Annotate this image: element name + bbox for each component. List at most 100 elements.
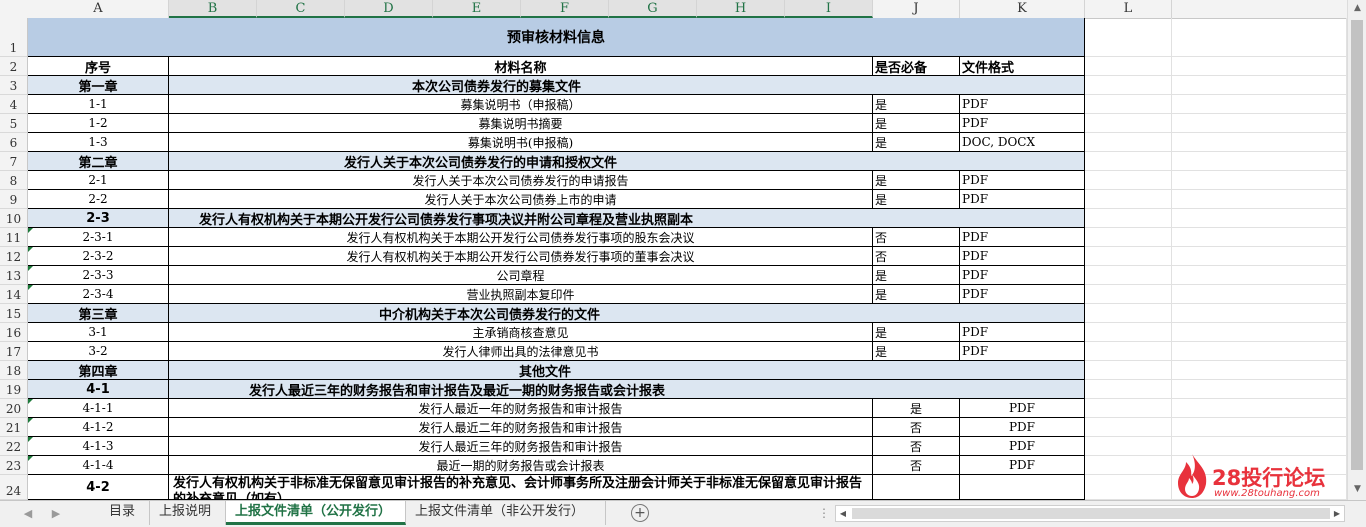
item-name[interactable]: 发行人有权机构关于本期公开发行公司债券发行事项的股东会决议 (169, 228, 873, 247)
item-required[interactable]: 是 (873, 285, 960, 304)
item-format[interactable]: PDF (960, 418, 1085, 437)
item-seq[interactable]: 3-1 (28, 323, 169, 342)
column-header-g[interactable]: G (609, 0, 697, 18)
empty-cell[interactable] (1172, 399, 1347, 418)
item-format[interactable]: PDF (960, 247, 1085, 266)
empty-cell[interactable] (1085, 266, 1172, 285)
section-title[interactable]: 发行人有权机构关于非标准无保留意见审计报告的补充意见、会计师事务所及注册会计师关… (169, 475, 873, 500)
empty-cell[interactable] (960, 475, 1085, 500)
scroll-right-icon[interactable]: ▶ (1330, 506, 1344, 521)
column-header-k[interactable]: K (960, 0, 1085, 18)
item-format[interactable]: PDF (960, 399, 1085, 418)
row-header-19[interactable]: 19 (0, 380, 28, 399)
item-format[interactable]: PDF (960, 285, 1085, 304)
tab-scroll-right-icon[interactable]: ▶ (46, 505, 66, 523)
empty-cell[interactable] (873, 475, 960, 500)
empty-cell[interactable] (1085, 171, 1172, 190)
item-seq[interactable]: 2-3-3 (28, 266, 169, 285)
vertical-scrollbar[interactable]: ▲ ▼ (1347, 0, 1366, 500)
row-header-12[interactable]: 12 (0, 247, 28, 266)
add-sheet-icon[interactable]: + (631, 504, 649, 522)
empty-cell[interactable] (1172, 152, 1347, 171)
scroll-left-icon[interactable]: ◀ (836, 506, 850, 521)
section-title[interactable]: 本次公司债券发行的募集文件 (169, 76, 1085, 95)
item-seq[interactable]: 4-1-2 (28, 418, 169, 437)
empty-cell[interactable] (1172, 18, 1347, 57)
header-name[interactable]: 材料名称 (169, 57, 873, 76)
row-header-9[interactable]: 9 (0, 190, 28, 209)
error-indicator-icon[interactable] (28, 418, 33, 423)
sheet-tab[interactable]: 上报说明 (150, 501, 226, 525)
section-seq[interactable]: 2-3 (28, 209, 169, 228)
item-name[interactable]: 募集说明书（申报稿） (169, 95, 873, 114)
section-seq[interactable]: 第一章 (28, 76, 169, 95)
item-required[interactable]: 是 (873, 399, 960, 418)
column-header-d[interactable]: D (345, 0, 433, 18)
section-title[interactable]: 发行人最近三年的财务报告和审计报告及最近一期的财务报告或会计报表 (169, 380, 1085, 399)
empty-cell[interactable] (1085, 323, 1172, 342)
item-name[interactable]: 发行人有权机构关于本期公开发行公司债券发行事项的董事会决议 (169, 247, 873, 266)
item-format[interactable]: PDF (960, 456, 1085, 475)
item-required[interactable]: 否 (873, 418, 960, 437)
empty-cell[interactable] (1085, 361, 1172, 380)
empty-cell[interactable] (1172, 95, 1347, 114)
item-seq[interactable]: 2-3-1 (28, 228, 169, 247)
empty-cell[interactable] (1085, 18, 1172, 57)
empty-cell[interactable] (1172, 380, 1347, 399)
section-title[interactable]: 发行人关于本次公司债券发行的申请和授权文件 (169, 152, 1085, 171)
tab-scroll-left-icon[interactable]: ◀ (18, 505, 38, 523)
empty-cell[interactable] (1085, 57, 1172, 76)
sheet-title[interactable]: 预审核材料信息 (28, 18, 1085, 57)
error-indicator-icon[interactable] (28, 285, 33, 290)
row-header-20[interactable]: 20 (0, 399, 28, 418)
row-header-7[interactable]: 7 (0, 152, 28, 171)
column-header-f[interactable]: F (521, 0, 609, 18)
empty-cell[interactable] (1172, 323, 1347, 342)
item-format[interactable]: PDF (960, 266, 1085, 285)
item-required[interactable]: 否 (873, 456, 960, 475)
item-name[interactable]: 最近一期的财务报告或会计报表 (169, 456, 873, 475)
empty-cell[interactable] (1172, 418, 1347, 437)
row-header-21[interactable]: 21 (0, 418, 28, 437)
item-seq[interactable]: 1-3 (28, 133, 169, 152)
item-format[interactable]: PDF (960, 228, 1085, 247)
item-required[interactable]: 是 (873, 342, 960, 361)
column-header-h[interactable]: H (697, 0, 785, 18)
item-name[interactable]: 发行人律师出具的法律意见书 (169, 342, 873, 361)
header-required[interactable]: 是否必备 (873, 57, 960, 76)
item-required[interactable]: 是 (873, 190, 960, 209)
item-name[interactable]: 营业执照副本复印件 (169, 285, 873, 304)
empty-cell[interactable] (1172, 171, 1347, 190)
row-header-16[interactable]: 16 (0, 323, 28, 342)
item-required[interactable]: 是 (873, 171, 960, 190)
empty-cell[interactable] (1085, 399, 1172, 418)
sheet-tab[interactable]: 上报文件清单（公开发行） (226, 501, 406, 525)
section-seq[interactable]: 4-1 (28, 380, 169, 399)
vertical-scroll-thumb[interactable] (1351, 20, 1363, 470)
item-format[interactable]: PDF (960, 95, 1085, 114)
item-seq[interactable]: 1-2 (28, 114, 169, 133)
sheet-tab[interactable]: 上报文件清单（非公开发行） (406, 501, 606, 525)
item-seq[interactable]: 2-3-2 (28, 247, 169, 266)
empty-cell[interactable] (1085, 209, 1172, 228)
item-name[interactable]: 发行人最近二年的财务报告和审计报告 (169, 418, 873, 437)
column-header-l[interactable]: L (1085, 0, 1172, 18)
empty-cell[interactable] (1085, 475, 1172, 500)
more-options-icon[interactable]: ⋮ (818, 506, 830, 520)
row-header-1[interactable]: 1 (0, 18, 28, 57)
item-seq[interactable]: 2-3-4 (28, 285, 169, 304)
horizontal-scrollbar[interactable]: ◀ ▶ (835, 505, 1345, 522)
item-required[interactable]: 否 (873, 437, 960, 456)
row-header-14[interactable]: 14 (0, 285, 28, 304)
empty-cell[interactable] (1085, 456, 1172, 475)
row-header-2[interactable]: 2 (0, 57, 28, 76)
error-indicator-icon[interactable] (28, 399, 33, 404)
empty-cell[interactable] (1085, 152, 1172, 171)
row-header-5[interactable]: 5 (0, 114, 28, 133)
section-seq[interactable]: 第四章 (28, 361, 169, 380)
error-indicator-icon[interactable] (28, 437, 33, 442)
row-header-3[interactable]: 3 (0, 76, 28, 95)
item-format[interactable]: PDF (960, 171, 1085, 190)
empty-cell[interactable] (1172, 247, 1347, 266)
item-name[interactable]: 发行人关于本次公司债券发行的申请报告 (169, 171, 873, 190)
